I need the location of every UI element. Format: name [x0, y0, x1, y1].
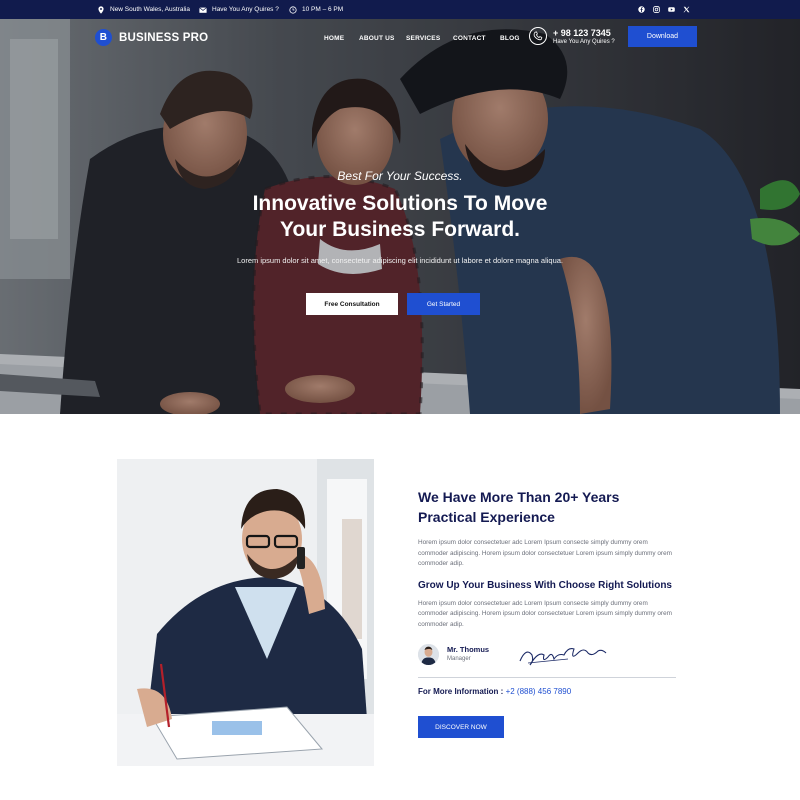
facebook-icon[interactable] [638, 6, 645, 13]
about-subheading: Grow Up Your Business With Choose Right … [418, 579, 672, 591]
hero-content: Best For Your Success. Innovative Soluti… [0, 169, 800, 267]
hero-title-line2: Your Business Forward. [280, 218, 520, 241]
hero-title: Innovative Solutions To Move Your Busine… [0, 191, 800, 243]
about-content: We Have More Than 20+ Years Practical Ex… [418, 487, 678, 630]
get-started-button[interactable]: Get Started [407, 293, 480, 315]
email-info[interactable]: Have You Any Quires ? [199, 0, 279, 19]
discover-now-button[interactable]: DISCOVER NOW [418, 716, 504, 738]
top-bar: New South Wales, Australia Have You Any … [0, 0, 800, 19]
email-text: Have You Any Quires ? [212, 6, 279, 13]
nav-item-home[interactable]: HOME [324, 35, 344, 42]
main-navigation: B BUSINESS PRO HOME ABOUT US SERVICES CO… [0, 19, 800, 57]
about-paragraph-1: Horem ipsum dolor consectetuer adc Lorem… [418, 539, 672, 567]
header-phone-caption: Have You Any Quires ? [553, 38, 615, 45]
hero-description: Lorem ipsum dolor sit amet, consectetur … [236, 256, 563, 265]
header-phone-number: + 98 123 7345 [553, 27, 611, 38]
nav-item-services[interactable]: SERVICES [406, 35, 440, 42]
nav-item-blog[interactable]: BLOG [500, 35, 520, 42]
hours-text: 10 PM – 6 PM [302, 6, 344, 13]
about-heading: We Have More Than 20+ Years Practical Ex… [418, 487, 678, 527]
social-links [638, 0, 690, 19]
hero-title-line1: Innovative Solutions To Move [252, 192, 548, 215]
author-role: Manager [447, 656, 471, 662]
hero-section: B BUSINESS PRO HOME ABOUT US SERVICES CO… [0, 19, 800, 414]
author-name: Mr. Thomus [447, 645, 490, 654]
nav-item-about[interactable]: ABOUT US [359, 35, 395, 42]
signature-icon [519, 648, 607, 666]
youtube-icon[interactable] [668, 6, 675, 13]
nav-item-contact[interactable]: CONTACT [453, 35, 486, 42]
author-block: Mr. Thomus Manager [418, 643, 676, 678]
clock-icon [289, 5, 297, 14]
more-info-phone[interactable]: +2 (888) 456 7890 [506, 687, 572, 696]
mail-icon [199, 6, 207, 13]
location-text: New South Wales, Australia [110, 6, 190, 13]
more-info-label: For More Information : [418, 687, 504, 696]
phone-icon [529, 27, 547, 45]
avatar [418, 644, 439, 665]
businessman-image [117, 459, 374, 766]
download-button[interactable]: Download [628, 26, 697, 47]
instagram-icon[interactable] [653, 6, 660, 13]
location-info: New South Wales, Australia [97, 0, 190, 19]
about-heading-line2: Practical Experience [418, 509, 555, 525]
about-photo [117, 459, 374, 766]
about-paragraph-2: Horem ipsum dolor consectetuer adc Lorem… [418, 599, 672, 628]
free-consultation-button[interactable]: Free Consultation [306, 293, 398, 315]
x-icon[interactable] [683, 6, 690, 13]
hours-info: 10 PM – 6 PM [289, 0, 343, 19]
more-information: For More Information : +2 (888) 456 7890 [418, 687, 571, 696]
map-pin-icon [98, 5, 104, 14]
hero-buttons: Free Consultation Get Started [0, 293, 800, 315]
about-heading-line1: We Have More Than 20+ Years [418, 489, 620, 505]
header-phone[interactable]: + 98 123 7345 Have You Any Quires ? [529, 27, 615, 45]
hero-tagline: Best For Your Success. [337, 169, 463, 183]
